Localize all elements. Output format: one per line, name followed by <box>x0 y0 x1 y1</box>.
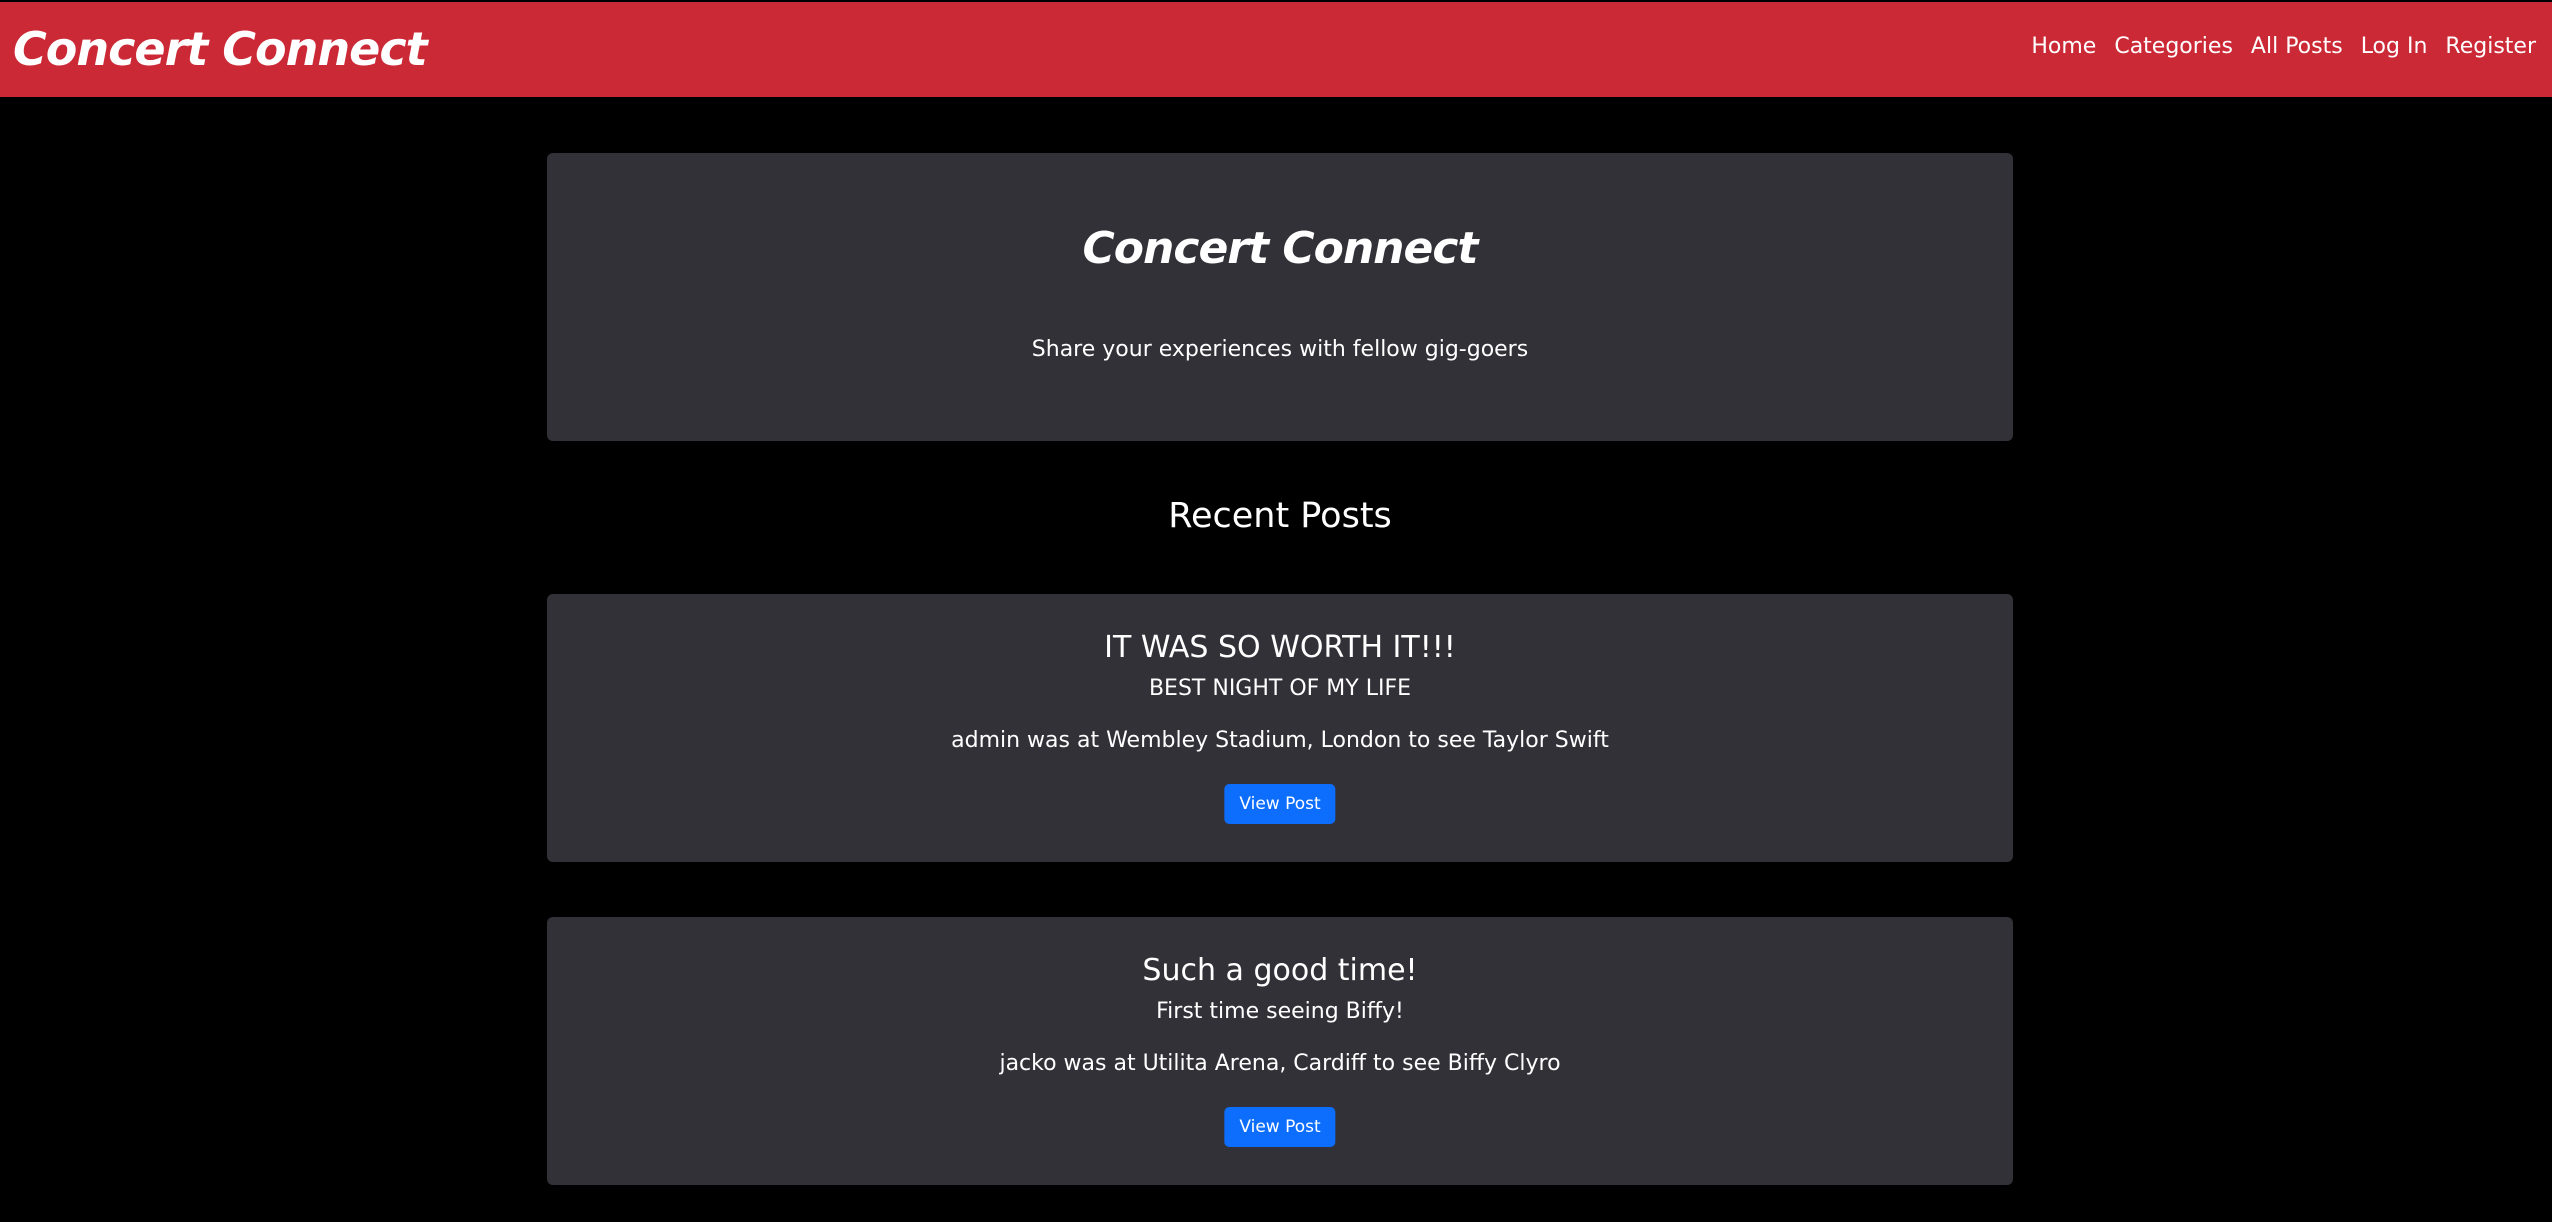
recent-posts-heading: Recent Posts <box>1168 496 1392 536</box>
nav-all-posts[interactable]: All Posts <box>2251 34 2343 59</box>
hero-subtitle: Share your experiences with fellow gig-g… <box>1031 337 1529 362</box>
navbar: Concert Connect Home Categories All Post… <box>0 2 2552 97</box>
nav-links: Home Categories All Posts Log In Registe… <box>2031 34 2536 59</box>
post-subtitle: BEST NIGHT OF MY LIFE <box>1148 676 1412 701</box>
nav-categories[interactable]: Categories <box>2114 34 2233 59</box>
view-post-button[interactable]: View Post <box>1224 1107 1336 1147</box>
view-post-button[interactable]: View Post <box>1224 784 1336 824</box>
post-title: Such a good time! <box>1142 953 1418 988</box>
post-meta: jacko was at Utilita Arena, Cardiff to s… <box>999 1051 1561 1076</box>
nav-home[interactable]: Home <box>2031 34 2096 59</box>
post-title: IT WAS SO WORTH IT!!! <box>1104 630 1456 665</box>
post-card: Such a good time! First time seeing Biff… <box>547 917 2013 1185</box>
nav-log-in[interactable]: Log In <box>2361 34 2428 59</box>
hero-title: Concert Connect <box>1082 223 1479 274</box>
hero-panel: Concert Connect Share your experiences w… <box>547 153 2013 441</box>
nav-register[interactable]: Register <box>2445 34 2536 59</box>
brand-link[interactable]: Concert Connect <box>13 22 428 76</box>
post-meta: admin was at Wembley Stadium, London to … <box>951 728 1609 753</box>
post-subtitle: First time seeing Biffy! <box>1156 999 1404 1024</box>
post-card: IT WAS SO WORTH IT!!! BEST NIGHT OF MY L… <box>547 594 2013 862</box>
